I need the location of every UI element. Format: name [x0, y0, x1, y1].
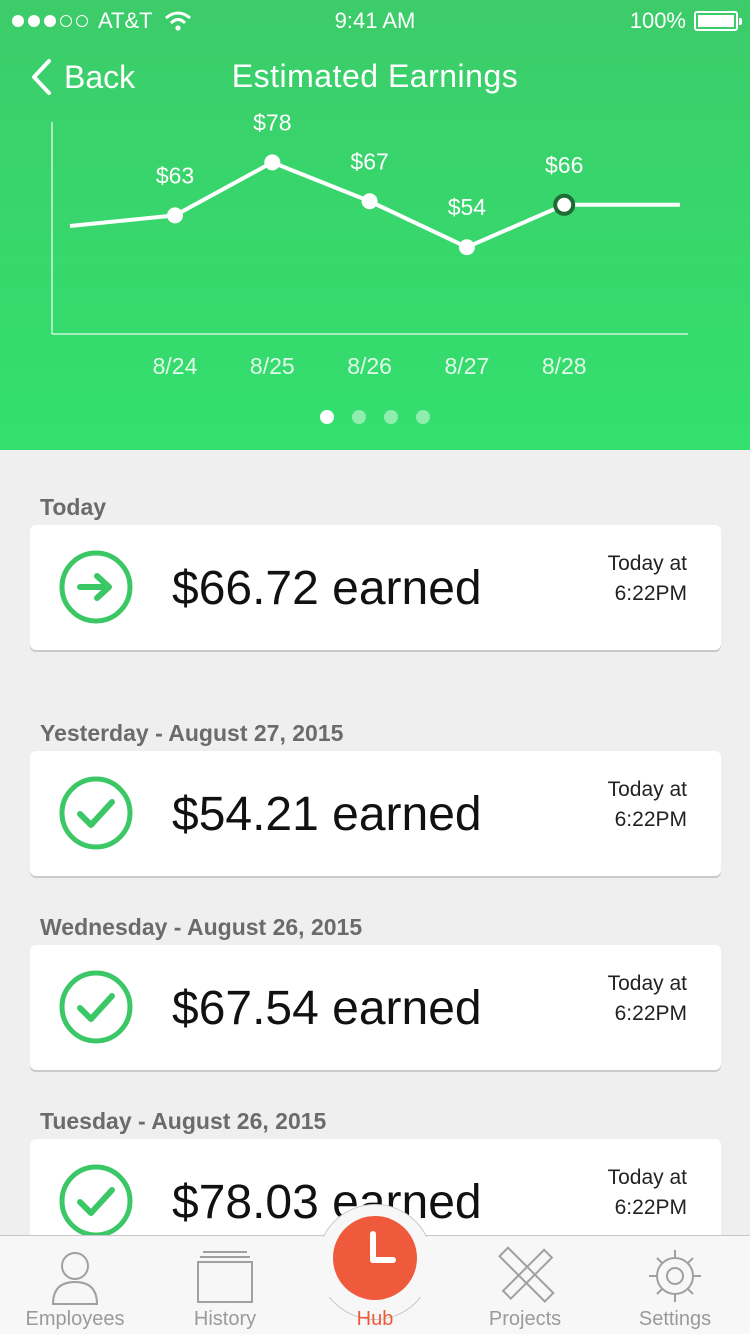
tab-label: Projects [488, 1308, 562, 1330]
data-point [167, 207, 183, 224]
earned-amount: $78.03 earned [172, 1176, 482, 1229]
arrow-right-circle-icon [59, 550, 133, 624]
tab-employees[interactable]: Employees [0, 1236, 150, 1334]
data-label: $67 [350, 148, 388, 174]
person-icon [51, 1252, 99, 1305]
navigation-bar: Back Estimated Earnings [0, 54, 750, 104]
ruler-pencil-icon [498, 1246, 555, 1303]
gear-icon [649, 1250, 701, 1302]
x-tick-label: 8/28 [542, 353, 587, 379]
time-line-1: Today at [607, 778, 687, 801]
data-point [361, 193, 378, 210]
page-dot[interactable] [352, 410, 366, 424]
tab-settings[interactable]: Settings [600, 1236, 750, 1334]
section-header: Today [40, 494, 107, 520]
earning-card[interactable]: $67.54 earned Today at 6:22PM [30, 945, 721, 1070]
section-header: Tuesday - August 26, 2015 [40, 1108, 327, 1134]
tab-bar: Employees History Hub Projects Settings [0, 1204, 750, 1334]
tab-hub[interactable]: Hub [300, 1216, 450, 1334]
tab-label: Hub [356, 1308, 394, 1330]
x-tick-label: 8/24 [153, 353, 198, 379]
earned-time: Today at 6:22PM [608, 1163, 687, 1223]
earnings-line-chart: $63 8/24 $78 8/25 $67 8/26 $54 8/27 $66 8/28 [51, 110, 688, 379]
checkmark-circle-icon [59, 1164, 133, 1235]
tab-history[interactable]: History [150, 1236, 300, 1334]
tab-label: History [193, 1308, 257, 1330]
earnings-feed: Today $66.72 earned Today at 6:22PM Yesterda… [0, 450, 750, 1235]
page-dot[interactable] [320, 410, 334, 424]
page-indicator[interactable] [0, 410, 750, 424]
page-dot[interactable] [384, 410, 398, 424]
battery-status: 100% [629, 8, 742, 34]
earning-card[interactable]: $54.21 earned Today at 6:22PM [30, 751, 721, 876]
data-point [458, 239, 475, 256]
time-line-2: 6:22PM [614, 808, 687, 831]
time-line-2: 6:22PM [614, 582, 687, 605]
earned-time: Today at 6:22PM [608, 969, 687, 1029]
tab-label: Settings [638, 1308, 712, 1330]
page-title: Estimated Earnings [231, 58, 519, 94]
earned-amount: $67.54 earned [172, 982, 482, 1035]
section-header: Yesterday - August 27, 2015 [40, 720, 344, 746]
x-tick-label: 8/25 [250, 353, 295, 379]
time-line-2: 6:22PM [614, 1002, 687, 1025]
earning-card[interactable]: $66.72 earned Today at 6:22PM [30, 525, 721, 650]
page-dot[interactable] [416, 410, 430, 424]
x-tick-label: 8/27 [445, 353, 490, 379]
earned-amount: $54.21 earned [172, 788, 482, 841]
data-label: $63 [156, 162, 194, 188]
checkmark-circle-icon [59, 970, 133, 1044]
earned-time: Today at 6:22PM [608, 549, 687, 609]
tab-label: Employees [25, 1308, 125, 1330]
time-line-1: Today at [607, 552, 687, 575]
data-point-highlight [553, 193, 576, 216]
time-line-1: Today at [607, 1166, 687, 1189]
earned-time: Today at 6:22PM [608, 775, 687, 835]
earned-amount: $66.72 earned [172, 562, 482, 615]
data-label: $78 [253, 110, 291, 135]
x-tick-label: 8/26 [347, 353, 392, 379]
status-bar: AT&T 9:41 AM 100% [0, 0, 750, 40]
history-stack-icon [197, 1251, 253, 1303]
section-header: Wednesday - August 26, 2015 [40, 914, 363, 940]
hub-button[interactable] [333, 1216, 417, 1300]
clock-icon [370, 1231, 396, 1263]
time-line-1: Today at [607, 972, 687, 995]
battery-icon [694, 11, 742, 31]
checkmark-circle-icon [59, 776, 133, 850]
data-point [264, 154, 281, 171]
time-line-2: 6:22PM [614, 1196, 687, 1219]
header-panel: AT&T 9:41 AM 100% Back Estimated Earning… [0, 0, 750, 450]
data-label: $54 [448, 194, 487, 220]
data-label: $66 [545, 152, 583, 178]
battery-percent: 100% [629, 8, 686, 33]
tab-projects[interactable]: Projects [450, 1236, 600, 1334]
